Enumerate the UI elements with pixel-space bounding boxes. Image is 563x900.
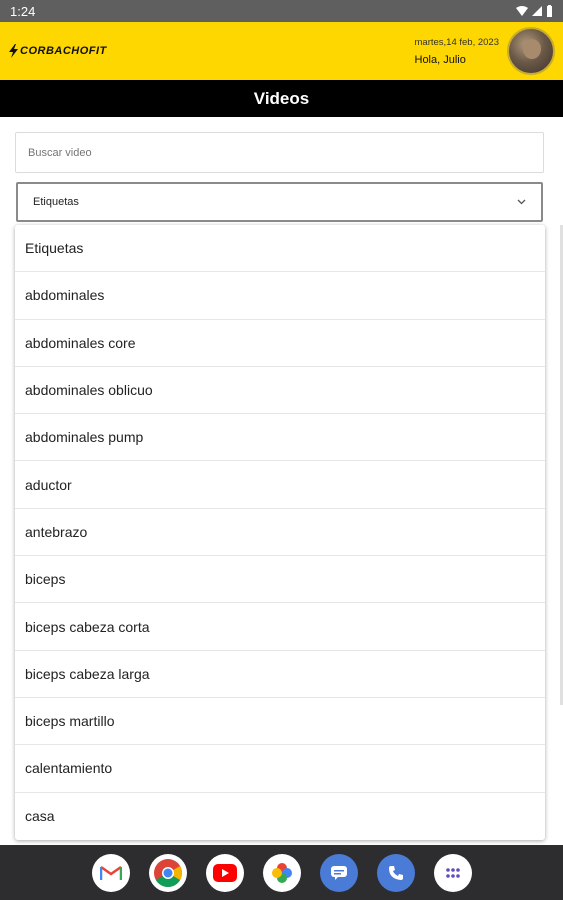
signal-icon xyxy=(532,6,542,16)
battery-icon xyxy=(547,5,552,17)
wifi-icon xyxy=(516,6,528,16)
dropdown-option[interactable]: biceps martillo xyxy=(15,698,545,746)
tags-select[interactable]: Etiquetas xyxy=(16,182,543,222)
avatar[interactable] xyxy=(507,27,555,75)
chrome-icon[interactable] xyxy=(148,853,187,892)
dropdown-option[interactable]: casa xyxy=(15,793,545,840)
app-header: CORBACHOFIT martes,14 feb, 2023 Hola, Ju… xyxy=(0,22,563,80)
dropdown-option[interactable]: abdominales xyxy=(15,272,545,320)
dropdown-option[interactable]: abdominales pump xyxy=(15,414,545,462)
taskbar xyxy=(0,845,563,900)
status-time: 1:24 xyxy=(10,3,36,19)
user-greeting: Hola, Julio xyxy=(414,53,466,66)
status-bar: 1:24 xyxy=(0,0,563,22)
tags-select-value: Etiquetas xyxy=(33,196,79,208)
dropdown-option[interactable]: biceps cabeza corta xyxy=(15,603,545,651)
dropdown-option[interactable]: antebrazo xyxy=(15,509,545,557)
dropdown-option[interactable]: calentamiento xyxy=(15,745,545,793)
dropdown-option[interactable]: aductor xyxy=(15,461,545,509)
search-input[interactable] xyxy=(15,132,544,173)
photos-icon[interactable] xyxy=(262,853,301,892)
chevron-down-icon xyxy=(517,197,526,208)
dropdown-option[interactable]: biceps cabeza larga xyxy=(15,651,545,698)
page-title: Videos xyxy=(0,80,563,117)
messages-icon[interactable] xyxy=(319,853,358,892)
dropdown-option[interactable]: Etiquetas xyxy=(15,225,545,273)
youtube-icon[interactable] xyxy=(205,853,244,892)
app-drawer-icon[interactable] xyxy=(433,853,472,892)
dropdown-option[interactable]: abdominales core xyxy=(15,320,545,367)
brand-logo[interactable]: CORBACHOFIT xyxy=(8,44,107,58)
current-date: martes,14 feb, 2023 xyxy=(414,36,500,48)
logo-text: CORBACHOFIT xyxy=(20,45,107,57)
dropdown-option[interactable]: biceps xyxy=(15,556,545,604)
gmail-icon[interactable] xyxy=(91,853,130,892)
phone-icon[interactable] xyxy=(376,853,415,892)
tags-dropdown-list: Etiquetas abdominales abdominales core a… xyxy=(15,225,545,840)
lightning-icon xyxy=(9,44,18,58)
dropdown-option[interactable]: abdominales oblicuo xyxy=(15,367,545,415)
